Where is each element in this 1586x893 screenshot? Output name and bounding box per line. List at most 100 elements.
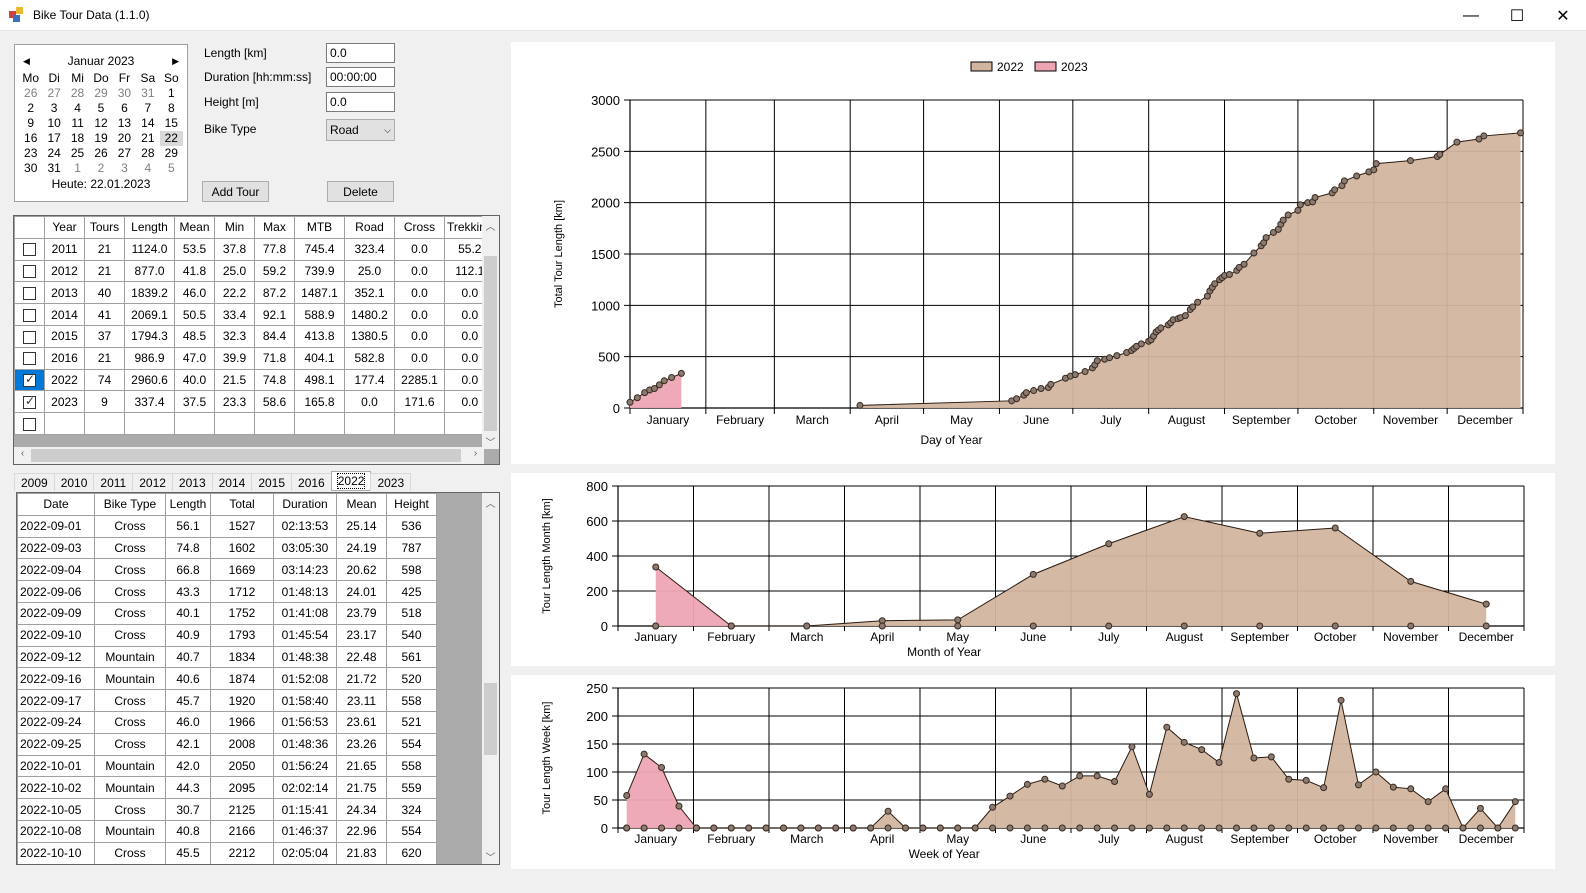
row-select-cell[interactable] (14, 237, 45, 261)
calendar-day[interactable]: 30 (113, 86, 136, 101)
column-header[interactable]: Mean (336, 493, 387, 516)
minimize-button[interactable]: — (1448, 0, 1494, 31)
tab-year-2022[interactable]: 2022 (330, 471, 372, 491)
column-header[interactable]: MTB (294, 216, 345, 239)
column-header[interactable]: Max (254, 216, 295, 239)
calendar-day[interactable]: 31 (42, 161, 65, 176)
calendar-day[interactable]: 2 (89, 161, 112, 176)
column-header[interactable]: Height (386, 493, 437, 516)
scroll-down-arrow-icon[interactable]: ﹀ (482, 849, 499, 864)
column-header[interactable]: Min (214, 216, 255, 239)
tab-year-2010[interactable]: 2010 (53, 473, 95, 491)
duration-input[interactable] (326, 67, 395, 87)
table-row[interactable]: 2022-10-05 Cross 30.7 2125 01:15:41 24.34 324 (17, 798, 437, 821)
calendar-day[interactable]: 5 (160, 161, 183, 176)
calendar-day[interactable]: 12 (89, 116, 112, 131)
tab-year-2014[interactable]: 2014 (211, 473, 253, 491)
scroll-thumb[interactable] (484, 256, 497, 431)
calendar-day[interactable]: 18 (66, 131, 89, 146)
month-calendar[interactable]: ◀ Januar 2023 ▶ Mo Di Mi Do Fr Sa So 26 27 28 29 30… (14, 44, 188, 202)
calendar-day[interactable]: 31 (136, 86, 159, 101)
add-tour-button[interactable]: Add Tour (202, 181, 269, 202)
calendar-day[interactable]: 27 (42, 86, 65, 101)
height-input[interactable] (326, 92, 395, 112)
tab-year-2011[interactable]: 2011 (93, 473, 134, 491)
calendar-day[interactable]: 9 (19, 116, 42, 131)
table-row[interactable]: 2014 41 2069.1 50.5 33.4 92.1 588.9 1480.2 0.0 0.… (14, 303, 496, 326)
length-input[interactable] (326, 43, 395, 63)
calendar-day[interactable]: 21 (136, 131, 159, 146)
table-row[interactable]: 2022-10-01 Mountain 42.0 2050 01:56:24 21.65 5… (17, 754, 437, 778)
column-header[interactable]: Tours (84, 216, 125, 239)
tab-year-2012[interactable]: 2012 (132, 473, 173, 491)
table-row[interactable]: 2011 21 1124.0 53.5 37.8 77.8 745.4 323.4 0.0 55.… (14, 237, 496, 261)
year-checkbox[interactable] (23, 308, 36, 322)
calendar-day[interactable]: 27 (113, 146, 136, 161)
table-row[interactable]: 2022-09-16 Mountain 40.6 1874 01:52:08 21.72 5… (17, 667, 437, 691)
scroll-right-arrow-icon[interactable]: › (467, 448, 484, 459)
scroll-thumb[interactable] (484, 683, 497, 755)
next-month-arrow-icon[interactable]: ▶ (172, 56, 179, 67)
calendar-day[interactable]: 3 (113, 161, 136, 176)
calendar-day[interactable]: 19 (89, 131, 112, 146)
column-header[interactable]: Duration (273, 493, 337, 516)
summary-horizontal-scrollbar[interactable]: ‹ › (14, 447, 484, 464)
table-row[interactable]: 2022-10-08 Mountain 40.8 2166 01:46:37 22.96 5… (17, 819, 437, 843)
column-header[interactable]: Length (124, 216, 175, 239)
tab-year-2009[interactable]: 2009 (14, 473, 55, 491)
year-checkbox[interactable] (23, 243, 36, 257)
tab-year-2015[interactable]: 2015 (251, 473, 293, 491)
year-checkbox[interactable] (23, 352, 36, 366)
scroll-left-arrow-icon[interactable]: ‹ (14, 448, 31, 459)
column-header[interactable]: Road (344, 216, 395, 239)
row-select-cell[interactable] (14, 281, 45, 305)
table-row[interactable]: 2022-09-04 Cross 66.8 1669 03:14:23 20.62 598 (17, 558, 437, 582)
column-header[interactable] (14, 216, 45, 239)
calendar-day[interactable]: 4 (66, 101, 89, 116)
row-select-cell[interactable] (14, 303, 45, 326)
calendar-day[interactable]: 1 (66, 161, 89, 176)
prev-month-arrow-icon[interactable]: ◀ (23, 56, 30, 67)
column-header[interactable]: Year (44, 216, 85, 239)
row-select-cell[interactable] (14, 390, 45, 414)
column-header[interactable]: Length (165, 493, 211, 516)
row-select-cell[interactable] (14, 259, 45, 283)
year-checkbox[interactable] (23, 417, 36, 431)
table-row[interactable]: 2022-09-24 Cross 46.0 1966 01:56:53 23.61 521 (17, 710, 437, 734)
calendar-day[interactable]: 3 (42, 101, 65, 116)
table-row[interactable]: 2013 40 1839.2 46.0 22.2 87.2 1487.1 352.1 0.0 0.… (14, 281, 496, 305)
calendar-day[interactable]: 6 (113, 101, 136, 116)
tab-year-2013[interactable]: 2013 (171, 473, 213, 491)
maximize-button[interactable]: ☐ (1494, 0, 1540, 31)
calendar-month-label[interactable]: Januar 2023 (68, 54, 135, 68)
column-header[interactable]: Bike Type (94, 493, 166, 516)
calendar-day[interactable]: 14 (136, 116, 159, 131)
calendar-day[interactable]: 29 (160, 146, 183, 161)
calendar-day-selected[interactable]: 22 (159, 131, 183, 146)
calendar-day[interactable]: 25 (66, 146, 89, 161)
calendar-day[interactable]: 24 (42, 146, 65, 161)
year-checkbox[interactable] (23, 330, 36, 344)
table-row[interactable]: 2016 21 986.9 47.0 39.9 71.8 404.1 582.8 0.0 0.0 (14, 346, 496, 370)
calendar-day[interactable]: 10 (42, 116, 65, 131)
table-row[interactable]: 2022742960.640.021.574.8498.1177.42285.1… (14, 368, 496, 392)
calendar-day[interactable]: 20 (113, 131, 136, 146)
calendar-day[interactable]: 1 (160, 86, 183, 101)
column-header[interactable]: Date (17, 493, 95, 516)
bike-type-select[interactable]: Road ⌵ (326, 119, 395, 141)
calendar-day[interactable]: 23 (19, 146, 42, 161)
column-header[interactable]: Mean (174, 216, 215, 239)
tab-year-2016[interactable]: 2016 (291, 473, 332, 491)
row-select-cell[interactable] (14, 324, 45, 348)
calendar-day[interactable]: 26 (89, 146, 112, 161)
calendar-day[interactable]: 28 (66, 86, 89, 101)
tab-year-2023[interactable]: 2023 (370, 473, 412, 491)
year-checkbox[interactable] (23, 372, 36, 388)
calendar-day[interactable]: 28 (136, 146, 159, 161)
table-row[interactable]: 2022-09-03 Cross 74.8 1602 03:05:30 24.19 787 (17, 536, 437, 560)
calendar-day[interactable]: 11 (66, 116, 89, 131)
column-header[interactable]: Total (210, 493, 274, 516)
close-button[interactable]: ✕ (1540, 0, 1586, 31)
table-row[interactable]: 2022-09-06 Cross 43.3 1712 01:48:13 24.01 425 (17, 580, 437, 603)
table-row[interactable]: 2022-09-01 Cross 56.1 1527 02:13:53 25.14 536 (17, 514, 437, 538)
